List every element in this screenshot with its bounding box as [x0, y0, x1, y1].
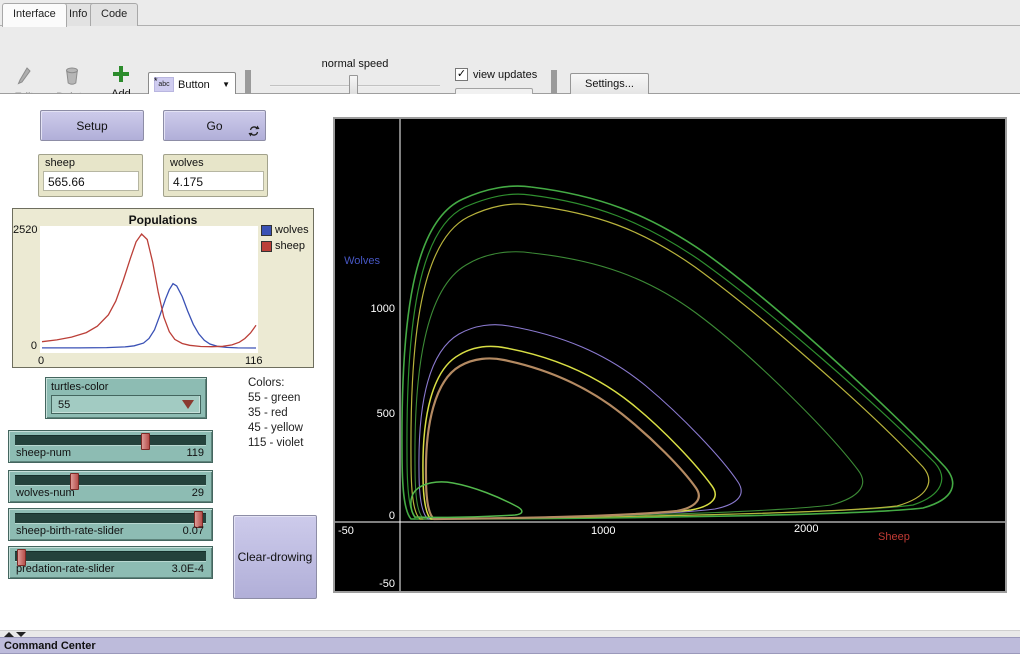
- dropdown-arrow-icon: ▼: [222, 80, 230, 89]
- slider-track[interactable]: [15, 513, 206, 524]
- plus-icon: [112, 65, 130, 83]
- plot-canvas: [40, 226, 258, 353]
- phase-x-tick-2000: 2000: [794, 523, 818, 535]
- chooser-label: turtles-color: [51, 381, 201, 393]
- slider-value: 0.07: [183, 525, 204, 537]
- slider-label: sheep-num: [16, 447, 71, 459]
- slider-track[interactable]: [15, 551, 206, 562]
- phase-y-tick-500: 500: [340, 408, 395, 420]
- toolbar: Edit Delete Add abc Button ▼ normal spee…: [0, 26, 1020, 94]
- sheep-legend-label: sheep: [275, 240, 305, 252]
- settings-button[interactable]: Settings...: [570, 73, 649, 96]
- slider-track[interactable]: [15, 435, 206, 446]
- trash-icon: [64, 66, 80, 86]
- wolves-monitor-value: 4.175: [168, 171, 264, 191]
- sheep-monitor: sheep 565.66: [38, 154, 143, 197]
- slider-label: wolves-num: [16, 487, 75, 499]
- plot-ymax-label: 2520: [13, 224, 37, 236]
- view-updates-checkbox[interactable]: ✓: [455, 68, 468, 81]
- clear-drawing-button[interactable]: Clear-drowing: [233, 515, 317, 599]
- chooser-dropdown-icon: [182, 400, 194, 409]
- colors-note-line: 55 - green: [248, 391, 303, 406]
- slider-track[interactable]: [15, 475, 206, 486]
- sheep-monitor-label: sheep: [43, 157, 138, 169]
- forever-icon: [248, 125, 260, 137]
- wolves-legend-label: wolves: [275, 224, 309, 236]
- colors-note-title: Colors:: [248, 376, 303, 391]
- wolves-series-line: [42, 284, 256, 348]
- phase-y-tick-0: 0: [340, 510, 395, 522]
- phase-trajectories: [402, 186, 953, 519]
- phase-x-tick-1000: 1000: [591, 525, 615, 537]
- tab-code[interactable]: Code: [90, 3, 138, 26]
- phase-x-axis-label: Sheep: [878, 531, 910, 543]
- wolves-legend-swatch: [261, 225, 272, 236]
- wolves-monitor: wolves 4.175: [163, 154, 268, 197]
- predation-rate-slider: predation-rate-slider 3.0E-4: [8, 546, 213, 579]
- tab-strip: Interface Info Code: [0, 0, 1020, 26]
- slider-handle[interactable]: [141, 433, 150, 450]
- chooser-value-box[interactable]: 55: [51, 395, 201, 414]
- wolves-monitor-label: wolves: [168, 157, 263, 169]
- chooser-value: 55: [58, 399, 70, 411]
- go-button[interactable]: Go: [163, 110, 266, 141]
- clear-drawing-label: Clear-drowing: [238, 550, 313, 564]
- sheep-num-slider: sheep-num 119: [8, 430, 213, 463]
- command-center-splitter[interactable]: [0, 630, 1020, 637]
- plot-ymin-label: 0: [13, 340, 37, 352]
- button-widget-icon: abc: [154, 77, 174, 92]
- go-label: Go: [206, 119, 222, 133]
- speed-slider-label: normal speed: [270, 58, 440, 70]
- widget-type-value: Button: [178, 79, 210, 91]
- sheep-legend-swatch: [261, 241, 272, 252]
- wolves-num-slider: wolves-num 29: [8, 470, 213, 503]
- phase-y-tick-1000: 1000: [340, 303, 395, 315]
- phase-trajectory-yellow: [423, 346, 715, 519]
- tab-interface[interactable]: Interface: [2, 3, 67, 27]
- sheep-monitor-value: 565.66: [43, 171, 139, 191]
- view-updates-control: ✓ view updates: [455, 68, 537, 81]
- slider-value: 119: [186, 447, 204, 459]
- command-center-header: Command Center: [0, 637, 1020, 654]
- legend-item-wolves: wolves: [261, 224, 309, 236]
- phase-trajectory-violet: [419, 325, 741, 519]
- slider-value: 29: [192, 487, 204, 499]
- phase-trajectory-yellow-green: [411, 204, 929, 519]
- setup-button[interactable]: Setup: [40, 110, 144, 141]
- colors-note: Colors: 55 - green 35 - red 45 - yellow …: [248, 376, 303, 451]
- legend-item-sheep: sheep: [261, 240, 305, 252]
- netlogo-window: Interface Info Code Edit Delete Add abc …: [0, 0, 1020, 660]
- phase-x-tick-neg50: -50: [338, 525, 354, 537]
- view-updates-label: view updates: [473, 69, 537, 81]
- turtles-color-chooser[interactable]: turtles-color 55: [45, 377, 207, 419]
- colors-note-line: 35 - red: [248, 406, 303, 421]
- phase-trajectory-green-mid: [415, 252, 863, 519]
- colors-note-line: 115 - violet: [248, 436, 303, 451]
- phase-trajectory-green-outer-2: [407, 194, 942, 519]
- phase-y-axis-label: Wolves: [325, 255, 380, 267]
- phase-y-tick-neg50: -50: [340, 578, 395, 590]
- plot-xmax-label: 116: [245, 355, 263, 367]
- world-view: Wolves 1000 500 0 -50 -50 1000 2000 Shee…: [333, 117, 1007, 593]
- sheep-series-line: [42, 234, 256, 347]
- sheep-birth-rate-slider: sheep-birth-rate-slider 0.07: [8, 508, 213, 541]
- setup-label: Setup: [76, 119, 107, 133]
- plot-xmin-label: 0: [38, 355, 44, 367]
- pencil-icon: [16, 66, 32, 86]
- slider-label: sheep-birth-rate-slider: [16, 525, 124, 537]
- command-center-body[interactable]: [0, 655, 1020, 660]
- colors-note-line: 45 - yellow: [248, 421, 303, 436]
- phase-trajectory-green-outer: [402, 186, 953, 519]
- slider-value: 3.0E-4: [172, 563, 204, 575]
- slider-label: predation-rate-slider: [16, 563, 114, 575]
- phase-trajectory-tan: [426, 358, 699, 519]
- populations-plot: Populations 2520 0 0 116 wolves sheep: [12, 208, 314, 368]
